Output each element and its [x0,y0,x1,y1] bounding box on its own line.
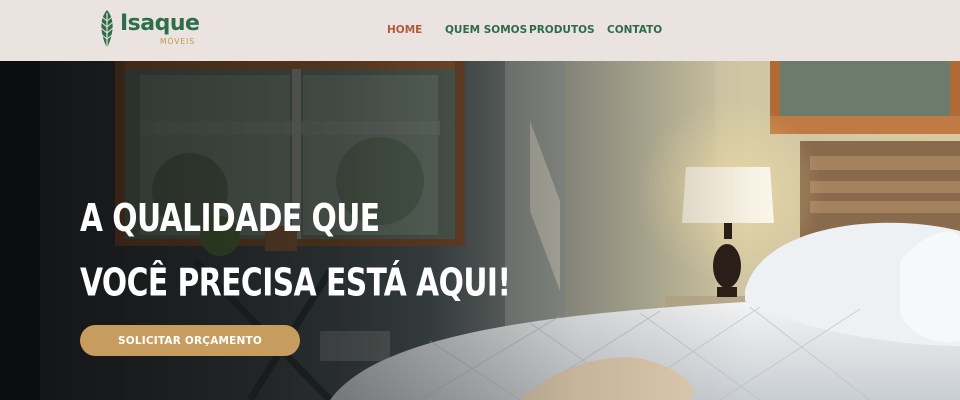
nav-item-contato[interactable]: CONTATO [607,23,662,37]
brand-logo[interactable]: Isaque MÓVEIS [97,9,207,51]
hero-headline-line2: VOCÊ PRECISA ESTÁ AQUI! [80,259,511,305]
leaf-logo-icon [100,10,114,50]
hero-headline-line1: A QUALIDADE QUE [80,195,380,241]
nav-item-quem-somos[interactable]: QUEM SOMOS [445,23,527,37]
hero-section: A QUALIDADE QUE VOCÊ PRECISA ESTÁ AQUI! … [0,61,960,400]
brand-tagline: MÓVEIS [160,37,196,46]
nav-item-produtos[interactable]: PRODUTOS [529,23,595,37]
brand-name: Isaque [120,11,200,36]
site-header: Isaque MÓVEIS HOME QUEM SOMOS PRODUTOS C… [0,0,960,61]
hero-headline: A QUALIDADE QUE VOCÊ PRECISA ESTÁ AQUI! [80,186,540,315]
nav-item-home[interactable]: HOME [387,23,422,37]
request-quote-button[interactable]: SOLICITAR ORÇAMENTO [80,325,300,356]
